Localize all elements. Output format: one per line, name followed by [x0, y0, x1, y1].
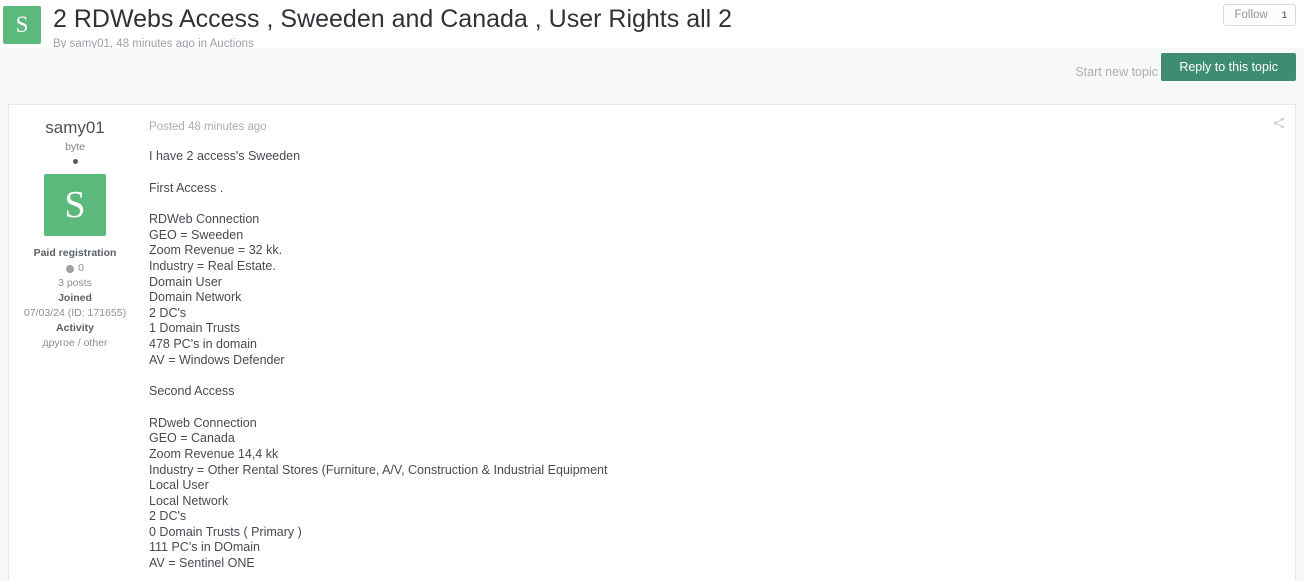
post-line: GEO = Sweeden [149, 227, 244, 242]
post-line: Local User [149, 478, 209, 493]
topic-action-bar: Start new topic Reply to this topic [0, 48, 1304, 104]
post-panel: samy01 byte S Paid registration 0 3 post… [8, 104, 1296, 581]
rank-pip-icon [72, 159, 78, 164]
post-line: RDWeb Connection [149, 212, 260, 227]
share-icon[interactable] [1273, 117, 1285, 129]
author-joined-label: Joined [58, 292, 92, 304]
post-line: Domain Network [149, 290, 242, 305]
post-controls [1240, 117, 1285, 129]
post-first-heading: First Access . [149, 180, 224, 195]
page-title: 2 RDWebs Access , Sweeden and Canada , U… [53, 5, 733, 33]
author-reputation: 0 [12, 261, 138, 276]
post-intro: I have 2 access's Sweeden [149, 149, 301, 163]
author-registration-badge: Paid registration [33, 247, 117, 259]
post-line: 111 PC's in DOmain [149, 540, 260, 555]
avatar[interactable]: S [44, 174, 106, 236]
author-rank-title: byte [65, 141, 85, 153]
post-first-access-block: RDWeb Connection GEO = Sweeden Zoom Revenu… [149, 212, 1295, 368]
post-line: Local Network [149, 493, 229, 508]
post-line: Zoom Revenue = 32 kk. [149, 243, 283, 258]
post-line: AV = Windows Defender [149, 352, 285, 367]
post-author-column: samy01 byte S Paid registration 0 3 post… [9, 105, 141, 581]
post-line: 2 DC's [149, 305, 187, 320]
follow-button-label: Follow [1234, 9, 1268, 21]
post-line: AV = Sentinel ONE [149, 556, 255, 571]
reputation-value: 0 [78, 262, 84, 274]
follow-button[interactable]: Follow 1 [1223, 4, 1296, 26]
post-line: Zoom Revenue 14,4 kk [149, 446, 279, 461]
post-line: 0 Domain Trusts ( Primary ) [149, 524, 302, 539]
author-name[interactable]: samy01 [9, 117, 141, 139]
reputation-icon [66, 264, 75, 273]
post-body-column: Posted 48 minutes ago I have 2 access's … [141, 105, 1295, 581]
post-line: Industry = Other Rental Stores (Furnitur… [149, 462, 608, 477]
author-activity-label: Activity [56, 322, 94, 334]
start-new-topic-link[interactable]: Start new topic [1075, 60, 1158, 84]
post-line: RDweb Connection [149, 415, 257, 430]
author-post-count: 3 posts [58, 277, 92, 289]
site-logo[interactable]: S [3, 6, 41, 44]
post-report-link[interactable] [1240, 117, 1263, 129]
author-joined-value: 07/03/24 (ID: 171655) [23, 307, 127, 319]
post-line: Industry = Real Estate. [149, 258, 276, 273]
header-inner: S 2 RDWebs Access , Sweeden and Canada ,… [0, 0, 1304, 52]
header-text: 2 RDWebs Access , Sweeden and Canada , U… [53, 4, 732, 52]
post-content: I have 2 access's Sweeden First Access .… [149, 149, 1295, 572]
post-second-access-block: RDweb Connection GEO = Canada Zoom Revenue… [149, 416, 1295, 572]
author-rank-pips [9, 156, 141, 164]
author-meta: Paid registration 0 3 posts Joined 07/03… [9, 246, 141, 351]
post-line: GEO = Canada [149, 431, 235, 446]
post-second-heading: Second Access [149, 384, 235, 399]
site-header: S 2 RDWebs Access , Sweeden and Canada ,… [0, 0, 1304, 50]
author-activity-value: другое / other [42, 337, 108, 349]
post-line: 2 DC's [149, 509, 187, 524]
reply-to-topic-button[interactable]: Reply to this topic [1161, 53, 1296, 81]
post-line: Domain User [149, 274, 222, 289]
follow-count: 1 [1281, 9, 1287, 21]
post-line: 478 PC's in domain [149, 336, 258, 351]
post-timestamp: Posted 48 minutes ago [149, 121, 267, 133]
post-line: 1 Domain Trusts [149, 321, 241, 336]
